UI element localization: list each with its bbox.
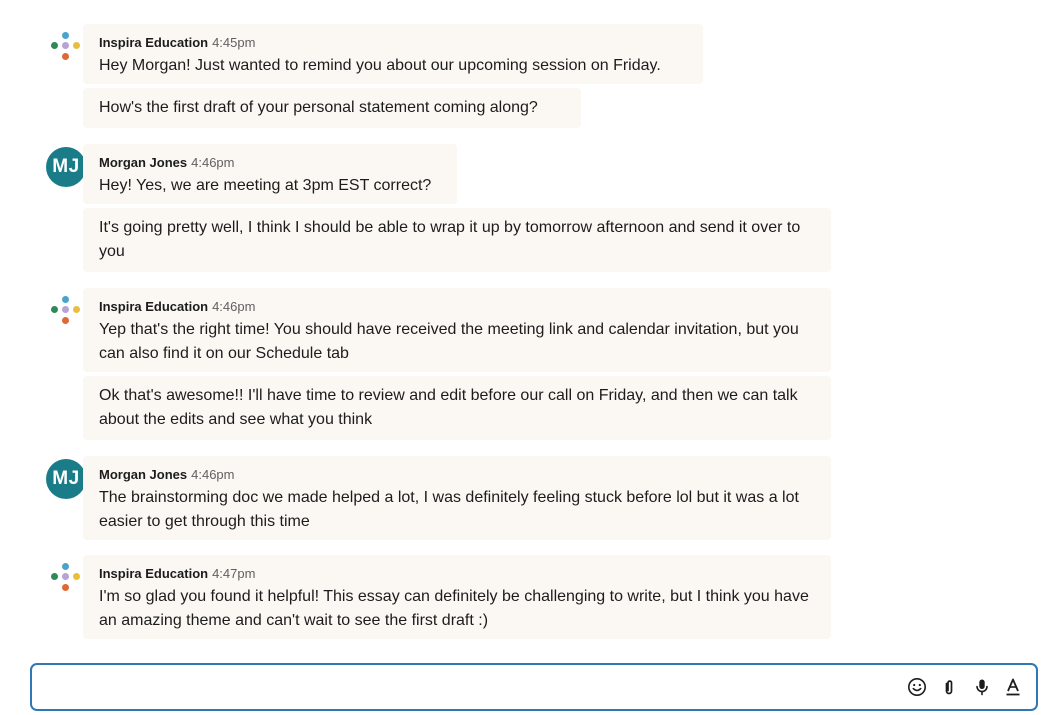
text-format-icon[interactable] bbox=[1002, 676, 1024, 698]
message-meta: Morgan Jones 4:46pm bbox=[99, 154, 441, 172]
message-bubble[interactable]: Morgan Jones 4:46pm The brainstorming doc… bbox=[83, 456, 831, 540]
logo-dot-icon bbox=[73, 306, 80, 313]
message-meta: Inspira Education 4:45pm bbox=[99, 34, 687, 52]
message-bubble[interactable]: Inspira Education 4:45pm Hey Morgan! Just… bbox=[83, 24, 703, 84]
sender-name[interactable]: Inspira Education bbox=[99, 299, 208, 314]
chat-window: Inspira Education 4:45pm Hey Morgan! Just… bbox=[0, 0, 1056, 715]
sender-name[interactable]: Inspira Education bbox=[99, 35, 208, 50]
logo-dot-icon bbox=[62, 42, 69, 49]
message-input[interactable] bbox=[46, 675, 910, 701]
message-bubble[interactable]: Inspira Education 4:46pm Yep that's the r… bbox=[83, 288, 831, 372]
logo-dot-icon bbox=[62, 306, 69, 313]
message-text: Ok that's awesome!! I'll have time to re… bbox=[99, 387, 798, 428]
attachment-icon[interactable] bbox=[938, 676, 960, 698]
logo-dot-icon bbox=[62, 53, 69, 60]
logo-dot-icon bbox=[51, 306, 58, 313]
logo-dot-icon bbox=[62, 317, 69, 324]
message-bubble[interactable]: It's going pretty well, I think I should… bbox=[83, 208, 831, 272]
message-bubble[interactable]: How's the first draft of your personal s… bbox=[83, 88, 581, 128]
message-bubble[interactable]: Inspira Education 4:47pm I'm so glad you … bbox=[83, 555, 831, 639]
sender-name[interactable]: Morgan Jones bbox=[99, 467, 187, 482]
inspira-logo-avatar[interactable] bbox=[46, 294, 86, 334]
logo-dot-icon bbox=[62, 563, 69, 570]
message-meta: Morgan Jones 4:46pm bbox=[99, 466, 815, 484]
inspira-logo-avatar[interactable] bbox=[46, 561, 86, 601]
message-time[interactable]: 4:45pm bbox=[212, 35, 255, 50]
logo-dot-icon bbox=[62, 32, 69, 39]
logo-dot-icon bbox=[51, 42, 58, 49]
message-bubble[interactable]: Ok that's awesome!! I'll have time to re… bbox=[83, 376, 831, 440]
inspira-logo-avatar[interactable] bbox=[46, 30, 86, 70]
message-bubble[interactable]: Morgan Jones 4:46pm Hey! Yes, we are meet… bbox=[83, 144, 457, 204]
message-text: Yep that's the right time! You should ha… bbox=[99, 321, 799, 362]
logo-dot-icon bbox=[62, 584, 69, 591]
message-text: How's the first draft of your personal s… bbox=[99, 99, 538, 116]
message-text: Hey! Yes, we are meeting at 3pm EST corr… bbox=[99, 177, 432, 194]
logo-dot-icon bbox=[62, 573, 69, 580]
message-composer[interactable] bbox=[30, 663, 1038, 711]
message-time[interactable]: 4:46pm bbox=[191, 467, 234, 482]
logo-dot-icon bbox=[73, 42, 80, 49]
message-time[interactable]: 4:47pm bbox=[212, 566, 255, 581]
microphone-icon[interactable] bbox=[971, 676, 993, 698]
message-text: It's going pretty well, I think I should… bbox=[99, 219, 801, 260]
logo-dot-icon bbox=[51, 573, 58, 580]
message-time[interactable]: 4:46pm bbox=[191, 155, 234, 170]
logo-dot-icon bbox=[73, 573, 80, 580]
message-text: Hey Morgan! Just wanted to remind you ab… bbox=[99, 57, 661, 74]
message-time[interactable]: 4:46pm bbox=[212, 299, 255, 314]
logo-dot-icon bbox=[62, 296, 69, 303]
emoji-icon[interactable] bbox=[906, 676, 928, 698]
message-meta: Inspira Education 4:46pm bbox=[99, 298, 815, 316]
message-text: The brainstorming doc we made helped a l… bbox=[99, 489, 799, 530]
user-avatar[interactable]: MJ bbox=[46, 147, 86, 187]
sender-name[interactable]: Inspira Education bbox=[99, 566, 208, 581]
sender-name[interactable]: Morgan Jones bbox=[99, 155, 187, 170]
user-avatar[interactable]: MJ bbox=[46, 459, 86, 499]
message-text: I'm so glad you found it helpful! This e… bbox=[99, 588, 809, 629]
message-meta: Inspira Education 4:47pm bbox=[99, 565, 815, 583]
